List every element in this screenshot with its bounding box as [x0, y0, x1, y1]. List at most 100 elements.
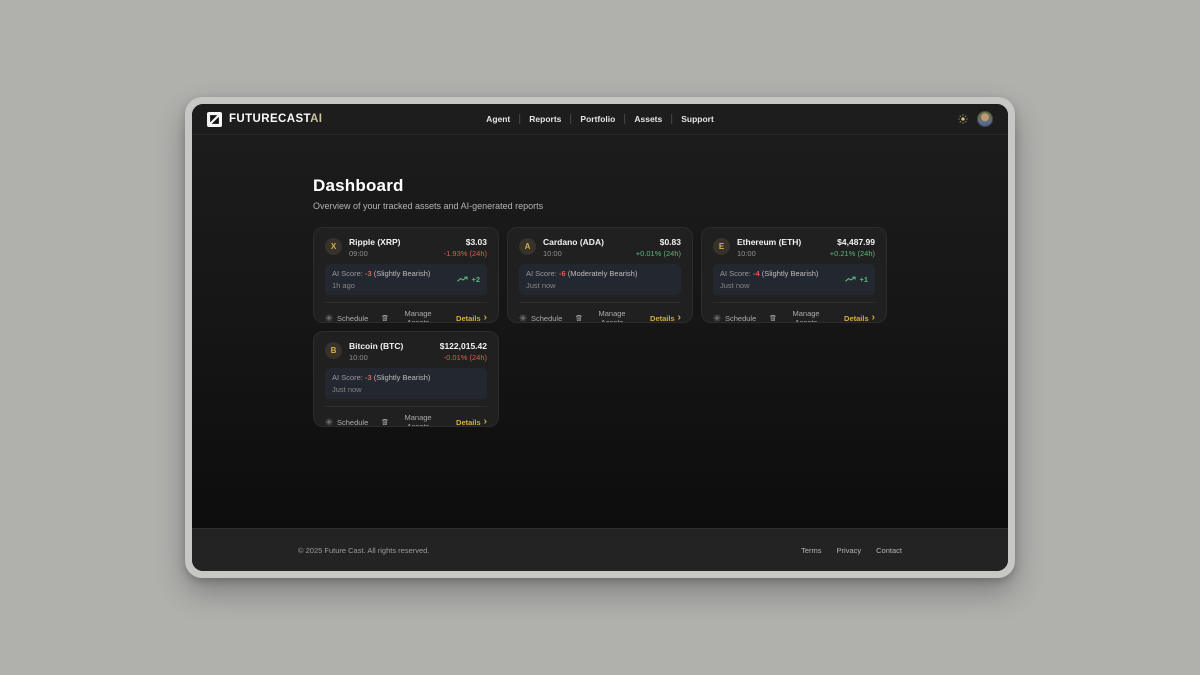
trash-icon: [381, 418, 389, 426]
nav-item-reports[interactable]: Reports: [529, 114, 561, 124]
ai-score-value: -3: [365, 269, 372, 278]
asset-name: Bitcoin (BTC): [349, 341, 403, 351]
details-button[interactable]: Details ›: [844, 314, 875, 323]
gear-icon: [713, 314, 721, 322]
trash-icon: [381, 314, 389, 322]
nav-item-agent[interactable]: Agent: [486, 114, 510, 124]
nav-item-portfolio[interactable]: Portfolio: [580, 114, 615, 124]
copyright-text: © 2025 Future Cast. All rights reserved.: [298, 546, 429, 555]
card-actions: Schedule Manage Assets Details ›: [519, 309, 681, 323]
card-header: E Ethereum (ETH) 10:00 $4,487.99 +0.21% …: [713, 237, 875, 258]
details-label: Details: [844, 314, 869, 323]
asset-name: Ripple (XRP): [349, 237, 400, 247]
asset-card-btc: B Bitcoin (BTC) 10:00 $122,015.42 -0.01%…: [313, 331, 499, 427]
details-button[interactable]: Details ›: [456, 418, 487, 427]
details-label: Details: [456, 418, 481, 427]
ai-score-label: AI Score:: [526, 269, 557, 278]
trending-up-icon: [457, 276, 468, 283]
details-button[interactable]: Details ›: [456, 314, 487, 323]
footer-link-contact[interactable]: Contact: [876, 546, 902, 555]
ai-score-label: AI Score:: [332, 373, 363, 382]
ai-score-value: -3: [365, 373, 372, 382]
asset-price: $4,487.99: [830, 237, 875, 247]
card-divider: [325, 302, 487, 303]
nav-divider: [570, 114, 571, 124]
asset-symbol-badge: X: [325, 238, 342, 255]
details-button[interactable]: Details ›: [650, 314, 681, 323]
schedule-button[interactable]: Schedule: [519, 314, 562, 323]
user-avatar[interactable]: [977, 111, 993, 127]
manage-assets-button[interactable]: Manage Assets: [381, 309, 443, 323]
asset-symbol-badge: A: [519, 238, 536, 255]
asset-symbol-badge: E: [713, 238, 730, 255]
ai-score-panel: AI Score: -6 (Moderately Bearish) Just n…: [519, 264, 681, 295]
asset-change: +0.21% (24h): [830, 249, 875, 258]
ai-score-label: AI Score:: [332, 269, 363, 278]
trend-indicator: +2: [457, 275, 480, 284]
schedule-button[interactable]: Schedule: [325, 314, 368, 323]
trend-value: +2: [471, 275, 480, 284]
schedule-button[interactable]: Schedule: [325, 418, 368, 427]
trend-value: +1: [859, 275, 868, 284]
gear-icon: [325, 314, 333, 322]
ai-updated-time: Just now: [526, 281, 637, 290]
schedule-label: Schedule: [531, 314, 562, 323]
manage-assets-label: Manage Assets: [393, 309, 443, 323]
trash-icon: [769, 314, 777, 322]
chevron-right-icon: ›: [872, 313, 875, 323]
card-header: X Ripple (XRP) 09:00 $3.03 -1.93% (24h): [325, 237, 487, 258]
asset-symbol-badge: B: [325, 342, 342, 359]
details-label: Details: [650, 314, 675, 323]
nav-divider: [671, 114, 672, 124]
nav-item-assets[interactable]: Assets: [634, 114, 662, 124]
manage-assets-label: Manage Assets: [587, 309, 637, 323]
footer-link-privacy[interactable]: Privacy: [837, 546, 862, 555]
card-header: A Cardano (ADA) 10:00 $0.83 +0.01% (24h): [519, 237, 681, 258]
card-header: B Bitcoin (BTC) 10:00 $122,015.42 -0.01%…: [325, 341, 487, 362]
page-subtitle: Overview of your tracked assets and AI-g…: [313, 201, 887, 211]
asset-change: -1.93% (24h): [444, 249, 487, 258]
asset-change: +0.01% (24h): [636, 249, 681, 258]
card-divider: [325, 406, 487, 407]
card-actions: Schedule Manage Assets Details ›: [325, 413, 487, 427]
chevron-right-icon: ›: [678, 313, 681, 323]
ai-score-label: AI Score:: [720, 269, 751, 278]
asset-time: 10:00: [543, 249, 604, 258]
nav-divider: [624, 114, 625, 124]
asset-card-eth: E Ethereum (ETH) 10:00 $4,487.99 +0.21% …: [701, 227, 887, 323]
app-window: FUTURECASTAI Agent Reports Portfolio Ass…: [185, 97, 1015, 578]
app-screen: FUTURECASTAI Agent Reports Portfolio Ass…: [192, 104, 1008, 571]
brand-main: FUTURECAST: [229, 113, 310, 125]
schedule-label: Schedule: [725, 314, 756, 323]
card-actions: Schedule Manage Assets Details ›: [325, 309, 487, 323]
asset-cards-grid: X Ripple (XRP) 09:00 $3.03 -1.93% (24h): [313, 227, 895, 427]
chevron-right-icon: ›: [484, 417, 487, 427]
manage-assets-button[interactable]: Manage Assets: [769, 309, 831, 323]
details-label: Details: [456, 314, 481, 323]
ai-sentiment: (Slightly Bearish): [374, 269, 431, 278]
main-content: Dashboard Overview of your tracked asset…: [192, 135, 1008, 528]
ai-score-value: -6: [559, 269, 566, 278]
footer-link-terms[interactable]: Terms: [801, 546, 821, 555]
manage-assets-button[interactable]: Manage Assets: [381, 413, 443, 427]
schedule-button[interactable]: Schedule: [713, 314, 756, 323]
header-actions: [958, 111, 993, 127]
asset-price: $122,015.42: [440, 341, 487, 351]
brand-accent: AI: [310, 113, 322, 125]
chevron-right-icon: ›: [484, 313, 487, 323]
ai-score-panel: AI Score: -4 (Slightly Bearish) Just now…: [713, 264, 875, 295]
brand[interactable]: FUTURECASTAI: [207, 112, 322, 127]
manage-assets-label: Manage Assets: [781, 309, 831, 323]
ai-sentiment: (Slightly Bearish): [762, 269, 819, 278]
card-divider: [519, 302, 681, 303]
gear-icon: [519, 314, 527, 322]
asset-price: $0.83: [636, 237, 681, 247]
card-divider: [713, 302, 875, 303]
app-header: FUTURECASTAI Agent Reports Portfolio Ass…: [192, 104, 1008, 135]
theme-toggle-sun-icon[interactable]: [958, 114, 968, 124]
ai-updated-time: 1h ago: [332, 281, 430, 290]
app-footer: © 2025 Future Cast. All rights reserved.…: [192, 528, 1008, 571]
manage-assets-button[interactable]: Manage Assets: [575, 309, 637, 323]
card-actions: Schedule Manage Assets Details ›: [713, 309, 875, 323]
nav-item-support[interactable]: Support: [681, 114, 714, 124]
